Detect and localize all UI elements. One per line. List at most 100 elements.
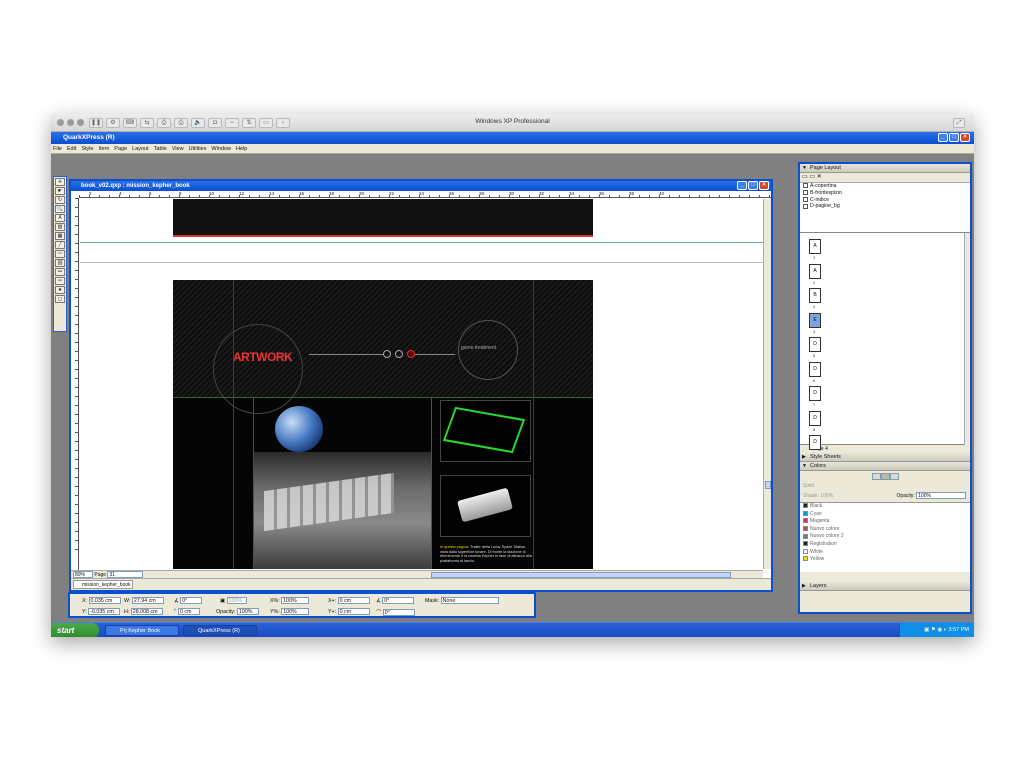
linking-tool-icon[interactable]: ⛓ [55, 259, 65, 267]
color-item[interactable]: Registration [800, 541, 970, 549]
picture-box-tool-icon[interactable]: ▨ [55, 223, 65, 231]
app-minimize-button[interactable]: _ [938, 133, 948, 142]
delete-page-icon[interactable]: ✕ [817, 174, 822, 180]
app-maximize-button[interactable]: □ [949, 133, 959, 142]
page-spread[interactable]: ARTWORK game treatment In questa pagina:… [173, 280, 593, 569]
layers-header[interactable]: Layers [800, 582, 970, 591]
style-sheets-header[interactable]: Style Sheets [800, 453, 970, 462]
star-tool-icon[interactable]: ★ [55, 286, 65, 294]
page-thumbnail[interactable]: D [809, 337, 821, 352]
menu-window[interactable]: Window [211, 146, 231, 152]
page-thumbnail[interactable]: B [809, 288, 821, 303]
shade-field[interactable]: 100% [226, 597, 247, 604]
solid-select[interactable]: Solid [800, 483, 970, 492]
doc-maximize-button[interactable]: □ [748, 181, 758, 190]
pasteboard[interactable]: ARTWORK game treatment In questa pagina:… [80, 199, 763, 569]
page-layout-header[interactable]: Page Layout [800, 164, 970, 173]
item-tool-icon[interactable]: ✛ [55, 178, 65, 186]
page-thumbnail[interactable]: E [809, 312, 821, 328]
frame-color-icon[interactable] [871, 473, 881, 480]
menu-view[interactable]: View [172, 146, 184, 152]
app-close-button[interactable]: × [960, 133, 970, 142]
new-page-icon[interactable]: ▭ [802, 174, 808, 180]
shade-value[interactable]: 100% [820, 493, 833, 499]
color-item[interactable]: White [800, 549, 970, 557]
mask-select[interactable]: None [440, 597, 499, 604]
color-item[interactable]: Cyan [800, 511, 970, 519]
master-page-item[interactable]: B-frontespizio [800, 190, 970, 197]
page-thumbnail[interactable]: A [809, 263, 821, 279]
scale-y-field[interactable]: 100% [281, 608, 310, 615]
opacity-field[interactable]: 100% [916, 492, 967, 499]
menu-table[interactable]: Table [154, 146, 167, 152]
pages-scrollbar[interactable] [964, 233, 970, 445]
zoom-tool-icon[interactable]: 🔍 [55, 205, 65, 213]
start-button[interactable]: start [51, 623, 99, 637]
master-page-item[interactable]: A-copertina [800, 183, 970, 190]
menu-page[interactable]: Page [114, 146, 127, 152]
duplicate-icon[interactable]: ▭ [809, 174, 815, 180]
master-page-item[interactable]: D-pagine_bg [800, 203, 970, 210]
menu-layout[interactable]: Layout [132, 146, 149, 152]
content-color-icon[interactable] [880, 473, 890, 480]
horizontal-scrollbar[interactable] [311, 570, 763, 578]
y-field[interactable]: -0.035 cm [88, 608, 121, 615]
doc-close-button[interactable]: × [759, 181, 769, 190]
angle-field[interactable]: 0° [180, 597, 203, 604]
color-item[interactable]: Nuovo colore [800, 526, 970, 534]
colors-header[interactable]: Colors [800, 462, 970, 471]
color-item[interactable]: Magenta [800, 518, 970, 526]
vertical-ruler[interactable] [71, 198, 79, 570]
menu-style[interactable]: Style [81, 146, 93, 152]
background-color-icon[interactable] [889, 473, 899, 480]
color-item[interactable]: Nuovo colore 2 [800, 533, 970, 541]
menu-utilities[interactable]: Utilities [189, 146, 207, 152]
master-page-item[interactable]: C-indice [800, 197, 970, 204]
text-path-tool-icon[interactable]: 〰 [55, 250, 65, 258]
unlinking-tool-icon[interactable]: ⚯ [55, 268, 65, 276]
color-item[interactable]: Black [800, 503, 970, 511]
vertical-scrollbar[interactable] [763, 199, 771, 569]
moon-base-image[interactable] [254, 452, 431, 569]
rotation-field[interactable]: 0° [382, 597, 415, 604]
vertical-scroll-thumb[interactable] [765, 481, 771, 489]
page-thumbnail[interactable]: D [809, 386, 821, 401]
taskbar-item[interactable]: Prj Kepher Book [105, 625, 179, 636]
h-field[interactable]: 28.008 cm [130, 608, 163, 615]
tray-icons[interactable]: ▣ ⚑ ◉ ◐ [924, 627, 948, 633]
page-thumbnail[interactable]: D [809, 410, 821, 426]
w-field[interactable]: 27.94 cm [131, 597, 164, 604]
page-thumbnail[interactable]: D [809, 435, 821, 450]
previous-page-bottom[interactable] [173, 199, 593, 237]
frame-tool-icon[interactable]: ◻ [55, 295, 65, 303]
menu-help[interactable]: Help [236, 146, 247, 152]
offset-y-field[interactable]: 0 cm [337, 608, 370, 615]
wireframe-ship-image[interactable] [440, 400, 531, 462]
taskbar-item[interactable]: QuarkXPress (R) [183, 625, 257, 636]
skew-field[interactable]: 0° [382, 609, 415, 617]
scale-x-field[interactable]: 100% [281, 597, 310, 604]
color-item[interactable]: Yellow [800, 556, 970, 564]
horizontal-ruler[interactable]: 2 4 6 8 10 12 14 16 18 20 22 24 26 28 30 32 34 36 38 40 [79, 191, 771, 198]
text-box-tool-icon[interactable]: A [55, 214, 65, 222]
menu-file[interactable]: File [53, 146, 62, 152]
line-tool-icon[interactable]: ╱ [55, 241, 65, 249]
fullscreen-icon[interactable]: ⤢ [953, 118, 965, 128]
body-text-box[interactable]: In questa pagina: Trailer della Lunar Sp… [440, 545, 532, 569]
opacity-field[interactable]: 100% [236, 608, 259, 615]
earth-image[interactable] [275, 406, 323, 452]
layout-tab[interactable]: mission_kepher_book [73, 580, 133, 589]
content-tool-icon[interactable]: ☛ [55, 187, 65, 195]
page-thumbnail[interactable]: D [809, 361, 821, 377]
rotate-tool-icon[interactable]: ↻ [55, 196, 65, 204]
doc-minimize-button[interactable]: _ [737, 181, 747, 190]
menu-item[interactable]: Item [99, 146, 110, 152]
page-thumbnail[interactable]: A [809, 239, 821, 254]
x-field[interactable]: 0.035 cm [88, 597, 121, 604]
scissors-tool-icon[interactable]: ✂ [55, 277, 65, 285]
offset-x-field[interactable]: 0 cm [337, 597, 370, 604]
corner-field[interactable]: 0 cm [177, 608, 200, 615]
menu-edit[interactable]: Edit [67, 146, 76, 152]
rendered-ship-image[interactable] [440, 475, 531, 537]
table-tool-icon[interactable]: ▦ [55, 232, 65, 240]
